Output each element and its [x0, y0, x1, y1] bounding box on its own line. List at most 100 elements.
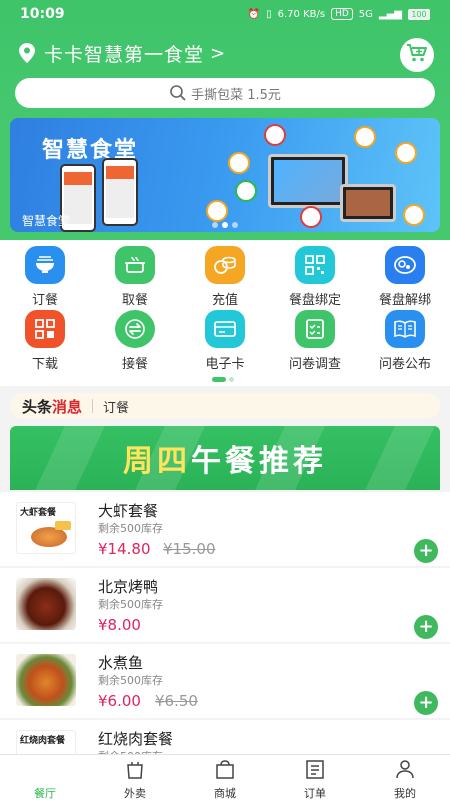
page-dot	[229, 377, 234, 382]
divider	[92, 399, 94, 413]
coins-icon	[205, 246, 245, 284]
grid-item-label: 充值	[211, 293, 238, 308]
tab-label: 餐厅	[34, 787, 56, 800]
grid-item-order[interactable]: 订餐	[0, 244, 90, 308]
tab-label: 商城	[214, 787, 236, 800]
qr-code-icon	[25, 310, 65, 348]
grid-item-label: 问卷调查	[288, 357, 341, 372]
grid-item-label: 订餐	[31, 293, 58, 308]
app-header: 卡卡智慧第一食堂 >	[0, 36, 450, 72]
feature-bubble	[403, 204, 425, 226]
bowl-icon	[32, 759, 58, 783]
feature-bubble	[395, 142, 417, 164]
grid-item-recharge[interactable]: 充值	[180, 244, 270, 308]
search-input[interactable]: 手撕包菜 1.5元	[15, 78, 435, 108]
search-placeholder: 手撕包菜 1.5元	[191, 87, 281, 103]
grid-item-pickup[interactable]: 取餐	[90, 244, 180, 308]
unlink-icon	[385, 246, 425, 284]
tab-restaurant[interactable]: 餐厅	[0, 755, 90, 800]
feature-bubble	[300, 206, 322, 228]
tab-orders[interactable]: 订单	[270, 755, 360, 800]
dish-original-price: ¥15.00	[163, 540, 216, 558]
dish-name: 北京烤鸭	[98, 578, 159, 596]
tab-label: 我的	[394, 787, 416, 800]
dish-original-price: ¥6.50	[155, 692, 198, 710]
feature-bubble	[264, 124, 286, 146]
book-icon	[385, 310, 425, 348]
dish-price: ¥6.00	[98, 692, 141, 710]
dish-stock: 剩余500库存	[98, 674, 163, 687]
dish-image	[16, 654, 76, 706]
grid-item-survey-publish[interactable]: 问卷公布	[360, 308, 450, 372]
dish-name: 大虾套餐	[98, 502, 159, 520]
list-item[interactable]: 水煮鱼 剩余500库存 ¥6.00 ¥6.50 +	[0, 644, 450, 718]
page-dot-active	[212, 377, 226, 382]
add-to-cart-button[interactable]: +	[414, 615, 438, 639]
headline-ticker[interactable]: 头条消息 订餐	[10, 393, 440, 419]
grid-item-receive[interactable]: 接餐	[90, 308, 180, 372]
tab-label: 订单	[304, 787, 326, 800]
dish-name: 红烧肉套餐	[98, 730, 174, 748]
network-speed: 6.70 KB/s	[277, 8, 326, 20]
list-item[interactable]: 北京烤鸭 剩余500库存 ¥8.00 +	[0, 568, 450, 642]
headline-text: 订餐	[103, 400, 130, 416]
lunch-promo-banner[interactable]: 周四 午餐推荐	[10, 426, 440, 490]
pos-terminal-image	[340, 184, 396, 222]
grid-item-label: 取餐	[121, 293, 148, 308]
feature-bubble	[354, 126, 376, 148]
cart-button[interactable]	[400, 38, 434, 72]
status-bar: 10:09 ⏰ ▯ 6.70 KB/s HD 5G ▂▄▆ 100	[0, 0, 450, 28]
list-item[interactable]: 大虾套餐 大虾套餐 剩余500库存 ¥14.80 ¥15.00 +	[0, 492, 450, 566]
function-grid: 订餐 取餐 充值 餐盘绑定 餐盘解绑 下载 接餐 电子卡 问卷调查 问卷公布	[0, 240, 450, 372]
pos-terminal-image	[268, 154, 348, 208]
grid-item-label: 餐盘绑定	[288, 293, 341, 308]
grid-item-label: 下载	[31, 357, 58, 372]
promo-title: 周四 午餐推荐	[123, 444, 327, 479]
card-icon	[205, 310, 245, 348]
tab-profile[interactable]: 我的	[360, 755, 450, 800]
dish-image	[16, 578, 76, 630]
grid-item-tray-unbind[interactable]: 餐盘解绑	[360, 244, 450, 308]
add-to-cart-button[interactable]: +	[414, 691, 438, 715]
tab-mall[interactable]: 商城	[180, 755, 270, 800]
dish-stock: 剩余500库存	[98, 598, 163, 611]
grid-item-label: 问卷公布	[378, 357, 431, 372]
person-icon	[394, 759, 416, 783]
dish-stock: 剩余500库存	[98, 522, 163, 535]
store-selector[interactable]: 卡卡智慧第一食堂	[44, 40, 204, 67]
feature-bubble	[228, 152, 250, 174]
grid-item-label: 电子卡	[205, 357, 245, 372]
banner-subtitle: 智慧食堂	[22, 214, 71, 228]
status-time: 10:09	[20, 6, 65, 22]
alarm-icon: ⏰	[247, 8, 261, 20]
add-to-cart-button[interactable]: +	[414, 539, 438, 563]
headline-brand: 头条消息	[22, 397, 83, 416]
banner-page-dot	[212, 222, 218, 228]
function-grid-panel: 订餐 取餐 充值 餐盘绑定 餐盘解绑 下载 接餐 电子卡 问卷调查 问卷公布	[0, 240, 450, 386]
dish-price: ¥14.80	[98, 540, 151, 558]
battery-icon: 100	[408, 8, 430, 20]
tab-label: 外卖	[124, 787, 146, 800]
feature-bubble	[206, 200, 228, 222]
grid-item-ecard[interactable]: 电子卡	[180, 308, 270, 372]
grid-item-download[interactable]: 下载	[0, 308, 90, 372]
dish-price: ¥8.00	[98, 616, 141, 634]
bowl-icon	[25, 246, 65, 284]
dish-name: 水煮鱼	[98, 654, 144, 672]
banner-page-dot	[232, 222, 238, 228]
feature-bubble	[235, 180, 257, 202]
grid-item-label: 餐盘解绑	[378, 293, 431, 308]
grid-item-survey[interactable]: 问卷调查	[270, 308, 360, 372]
tab-takeout[interactable]: 外卖	[90, 755, 180, 800]
dish-image: 大虾套餐	[16, 502, 76, 554]
grid-item-label: 接餐	[121, 357, 148, 372]
survey-icon	[295, 310, 335, 348]
promo-banner[interactable]: 智慧食堂 智慧食堂	[10, 118, 440, 232]
chevron-right-icon[interactable]: >	[210, 43, 225, 64]
grid-page-indicator	[212, 377, 234, 382]
status-icons: ⏰ ▯ 6.70 KB/s HD 5G ▂▄▆ 100	[248, 8, 430, 20]
pot-icon	[115, 246, 155, 284]
grid-item-tray-bind[interactable]: 餐盘绑定	[270, 244, 360, 308]
menu-list: 大虾套餐 大虾套餐 剩余500库存 ¥14.80 ¥15.00 + 北京烤鸭 剩…	[0, 492, 450, 796]
shop-bag-icon	[214, 759, 236, 783]
